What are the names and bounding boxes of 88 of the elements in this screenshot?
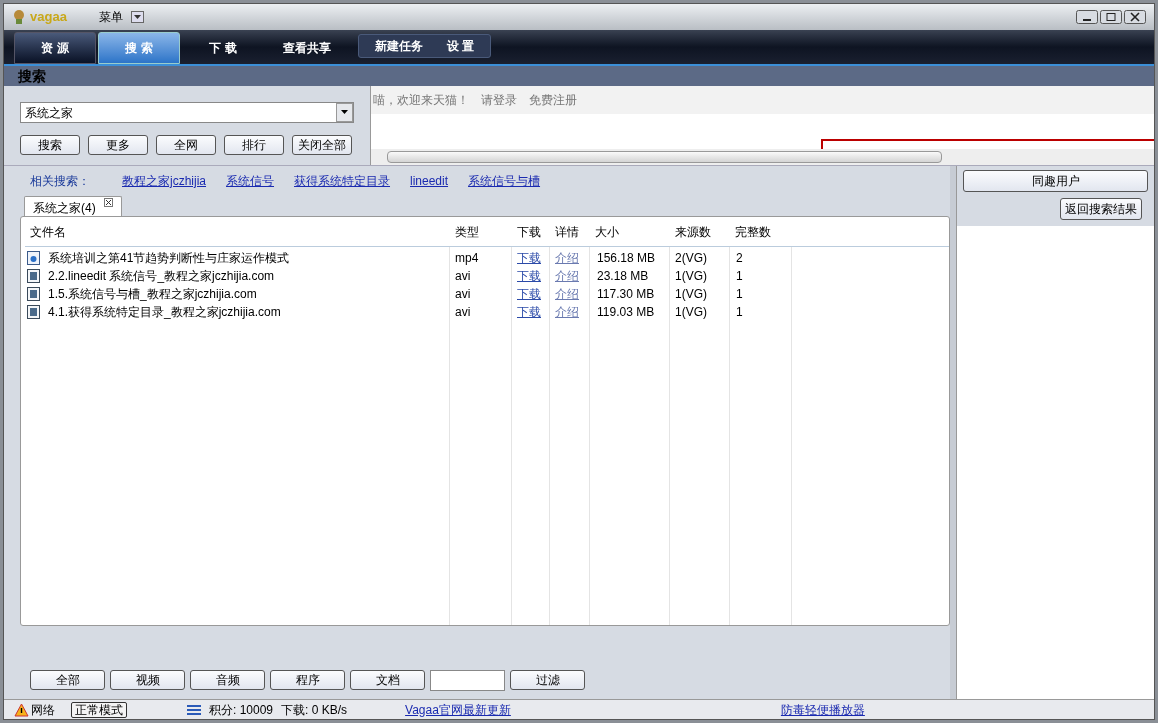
nav-action[interactable]: 新建任务 [375,37,423,55]
sources-cell: 1(VG) [675,305,707,319]
nav-action[interactable]: 设 置 [447,37,475,55]
filter-button[interactable]: 程序 [270,670,345,690]
file-name-cell-text: 2.2.lineedit 系统信号_教程之家jczhijia.com [48,268,275,285]
download-link[interactable]: 下载 [517,269,541,283]
column-header[interactable]: 来源数 [670,222,730,241]
file-name-cell-text: 4.1.获得系统特定目录_教程之家jczhijia.com [48,304,281,321]
file-name-cell-text: 系统培训之第41节趋势判断性与庄家运作模式 [48,250,290,267]
dropdown-icon[interactable] [336,103,353,122]
film-file-icon [27,305,40,319]
related-link[interactable]: 教程之家jczhijia [122,172,206,190]
search-action-button[interactable]: 排行 [224,135,284,155]
related-link[interactable]: lineedit [410,172,449,190]
size-cell: 23.18 MB [597,269,649,283]
result-tab[interactable]: 系统之家(4) [24,196,122,216]
web-link[interactable]: 请登录 [481,91,517,109]
film-file-icon [27,269,40,283]
detail-link[interactable]: 介绍 [555,251,579,265]
related-label: 相关搜索： [30,173,90,190]
column-header[interactable]: 完整数 [730,222,792,241]
horizontal-scrollbar[interactable] [371,149,1154,165]
column-header[interactable]: 详情 [550,222,590,241]
menu-label[interactable]: 菜单 [98,8,123,26]
column-header[interactable]: 类型 [450,222,512,241]
related-link[interactable]: 获得系统特定目录 [294,172,390,190]
web-link[interactable]: 免费注册 [529,91,577,109]
list-icon [187,704,201,715]
sources-cell: 2(VG) [675,251,707,265]
complete-cell: 1 [736,287,743,301]
type-cell: avi [455,287,471,301]
media-file-icon [27,251,40,265]
size-cell: 117.30 MB [597,287,655,301]
nav-tab[interactable]: 资 源 [14,32,96,64]
section-title: 搜索 [18,66,46,86]
filter-button[interactable]: 音频 [190,670,265,690]
download-link[interactable]: 下载 [517,251,541,265]
filter-button[interactable]: 全部 [30,670,105,690]
related-link[interactable]: 系统信号 [226,172,274,190]
complete-cell: 1 [736,269,743,283]
web-link[interactable]: 喵，欢迎来天猫！ [373,91,469,109]
back-button[interactable]: 返回搜索结果 [1060,198,1142,220]
filter-button[interactable]: 视频 [110,670,185,690]
size-cell: 156.18 MB [597,251,656,265]
related-link[interactable]: 系统信号与槽 [468,172,541,190]
column-header[interactable]: 大小 [590,222,670,241]
search-field[interactable]: 系统之家 [20,102,354,123]
complete-cell: 2 [736,251,743,265]
mode-button[interactable]: 正常模式 [71,701,127,718]
points-text: 积分: 10009 [209,701,274,719]
filter-field[interactable] [430,669,505,691]
detail-link[interactable]: 介绍 [555,269,579,283]
close-icon[interactable] [103,198,113,207]
type-cell: avi [455,269,471,283]
filter-apply-button[interactable]: 过滤 [510,670,585,690]
column-header[interactable]: 文件名 [25,222,450,241]
film-file-icon [27,287,40,301]
filter-button[interactable]: 文档 [350,670,425,690]
nav-tab[interactable]: 查看共享 [266,32,348,64]
column-header[interactable]: 下载 [512,222,550,241]
close-icon[interactable] [1124,10,1146,24]
maximize-icon[interactable] [1100,10,1122,24]
player-link[interactable]: 防毒轻便播放器 [780,700,865,719]
network-status: 网络 [31,701,55,719]
download-link[interactable]: 下载 [517,287,541,301]
update-link[interactable]: Vagaa官网最新更新 [405,700,511,719]
file-name-cell-text: 1.5.系统信号与槽_教程之家jczhijia.com [48,286,257,303]
dropdown-icon[interactable] [130,11,144,23]
nav-tab[interactable]: 下 载 [182,32,264,64]
detail-link[interactable]: 介绍 [555,305,579,319]
sources-cell: 1(VG) [675,287,707,301]
panel-header-button[interactable]: 同趣用户 [963,170,1148,192]
type-cell: avi [455,305,471,319]
download-link[interactable]: 下载 [517,305,541,319]
app-logo: vagaa [30,8,67,27]
sources-cell: 1(VG) [675,269,707,283]
size-cell: 119.03 MB [597,305,655,319]
search-action-button[interactable]: 关闭全部 [292,135,352,155]
detail-link[interactable]: 介绍 [555,287,579,301]
minimize-icon[interactable] [1076,10,1098,24]
search-action-button[interactable]: 搜索 [20,135,80,155]
type-cell: mp4 [455,251,479,265]
warning-icon [14,702,29,717]
search-action-button[interactable]: 更多 [88,135,148,155]
complete-cell: 1 [736,305,743,319]
download-speed: 下载: 0 KB/s [281,701,348,719]
search-action-button[interactable]: 全网 [156,135,216,155]
owl-logo-icon [12,9,26,25]
